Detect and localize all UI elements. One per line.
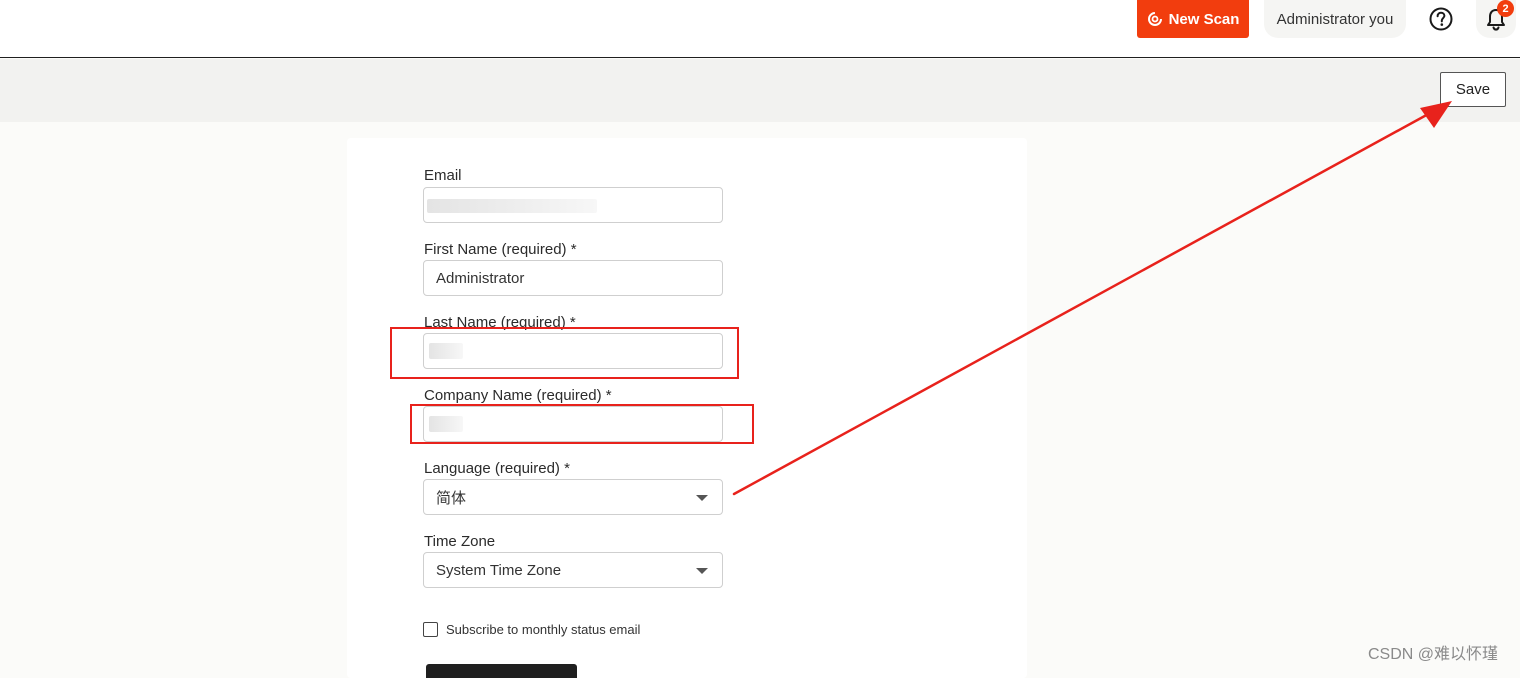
last-name-field[interactable] — [423, 333, 723, 369]
action-toolbar: Save — [0, 59, 1520, 122]
last-name-label: Last Name (required) * — [424, 314, 576, 331]
new-scan-label: New Scan — [1168, 10, 1240, 28]
email-field[interactable] — [423, 187, 723, 223]
help-icon — [1429, 7, 1453, 31]
subscribe-checkbox[interactable] — [423, 622, 438, 637]
company-name-label: Company Name (required) * — [424, 387, 612, 404]
profile-form-card: Email First Name (required) * Last Name … — [347, 138, 1027, 678]
first-name-label: First Name (required) * — [424, 241, 577, 258]
company-name-field[interactable] — [423, 406, 723, 442]
chevron-down-icon — [696, 495, 708, 501]
save-button[interactable]: Save — [1440, 72, 1506, 107]
language-label: Language (required) * — [424, 460, 570, 477]
notification-badge: 2 — [1497, 0, 1514, 17]
time-zone-label: Time Zone — [424, 533, 496, 550]
notifications-button[interactable]: 2 — [1476, 0, 1516, 38]
top-bar: New Scan Administrator you 2 — [0, 0, 1520, 58]
time-zone-selected-value: System Time Zone — [436, 561, 562, 579]
subscribe-option[interactable]: Subscribe to monthly status email — [423, 622, 640, 637]
subscribe-label: Subscribe to monthly status email — [446, 622, 641, 637]
submit-button[interactable] — [426, 664, 577, 678]
language-select[interactable]: 简体 — [423, 479, 723, 515]
help-button[interactable] — [1424, 2, 1458, 36]
time-zone-select[interactable]: System Time Zone — [423, 552, 723, 588]
email-label: Email — [424, 167, 462, 184]
user-menu[interactable]: Administrator you — [1264, 0, 1406, 38]
language-selected-value: 简体 — [436, 489, 467, 507]
user-name: Administrator you — [1276, 10, 1394, 28]
chevron-down-icon — [696, 568, 708, 574]
new-scan-button[interactable]: New Scan — [1137, 0, 1249, 38]
first-name-field[interactable] — [423, 260, 723, 296]
scan-logo-icon — [1147, 12, 1162, 26]
csdn-watermark: CSDN @难以怀瑾 — [1368, 646, 1499, 663]
